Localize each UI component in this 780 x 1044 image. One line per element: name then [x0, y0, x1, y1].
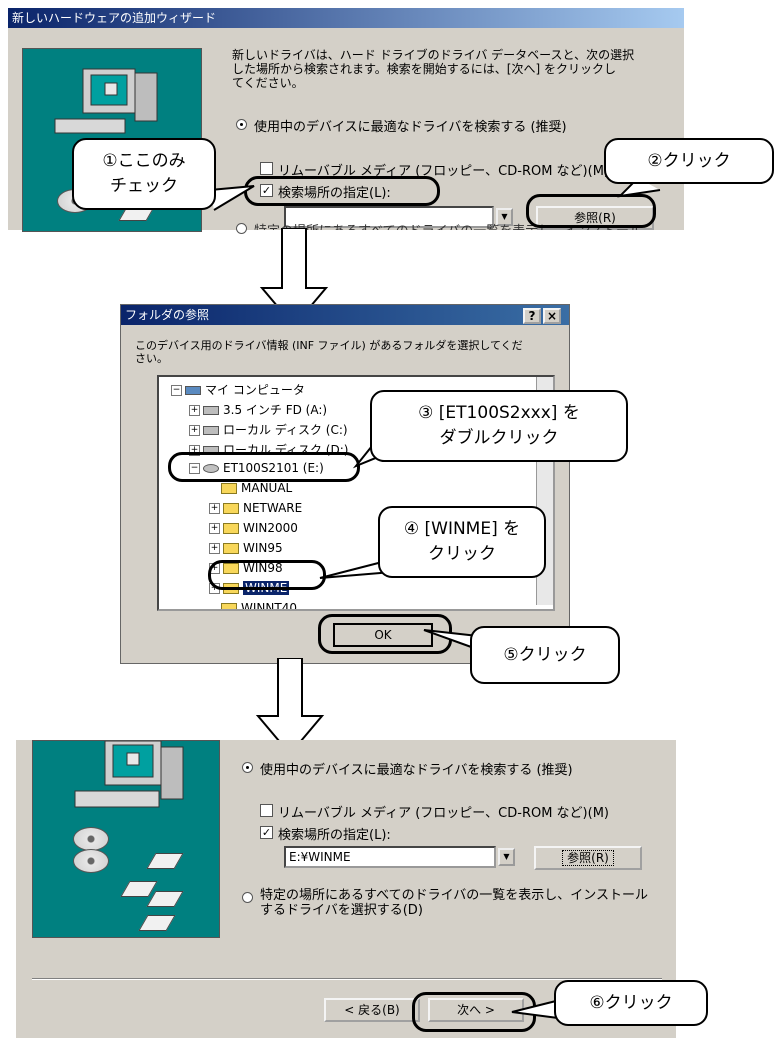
wizard-title-bar: 新しいハードウェアの追加ウィザード — [8, 8, 684, 28]
tree-label: ローカル ディスク (C:) — [223, 423, 348, 437]
radio-search-best-driver[interactable] — [236, 119, 247, 130]
checkbox-location-label: 検索場所の指定(L): — [278, 828, 391, 843]
help-button[interactable]: ? — [523, 308, 541, 324]
help-button-label: ? — [528, 309, 536, 323]
callout-click-ok: ⑤クリック — [470, 626, 620, 684]
tree-label: WIN95 — [243, 541, 283, 555]
cd-disc-icon — [73, 849, 109, 873]
callout-click-next: ⑥クリック — [554, 980, 708, 1026]
highlight-ring-location-check — [244, 176, 440, 206]
highlight-ring-winme — [208, 560, 326, 590]
checkbox-removable-media[interactable] — [260, 804, 273, 817]
cd-disc-icon — [73, 827, 109, 851]
highlight-ring-next — [412, 992, 536, 1032]
callout-click-browse: ②クリック — [604, 138, 774, 184]
back-button[interactable]: < 戻る(B) — [324, 998, 420, 1022]
highlight-ring-ok — [318, 614, 452, 654]
tree-label: 3.5 インチ FD (A:) — [223, 403, 328, 417]
highlight-ring-cd-drive — [168, 452, 360, 482]
tree-label: マイ コンピュータ — [205, 383, 305, 397]
browse-title: フォルダの参照 — [125, 308, 210, 322]
tree-item-floppy[interactable]: +3.5 インチ FD (A:) — [189, 401, 327, 418]
location-input[interactable]: E:¥WINME — [284, 846, 496, 868]
callout-check-only-here: ①ここのみ チェック — [72, 138, 216, 210]
close-icon: × — [546, 309, 558, 323]
wizard-title: 新しいハードウェアの追加ウィザード — [12, 11, 217, 25]
radio-search-label: 使用中のデバイスに最適なドライバを検索する (推奨) — [254, 120, 567, 135]
checkbox-removable-media[interactable] — [260, 162, 273, 175]
checkbox-removable-label: リムーバブル メディア (フロッピー、CD-ROM など)(M) — [278, 806, 609, 821]
radio-search-label: 使用中のデバイスに最適なドライバを検索する (推奨) — [260, 763, 573, 778]
browse-title-bar: フォルダの参照 — [121, 305, 569, 325]
checkbox-search-location[interactable]: ✓ — [260, 826, 273, 839]
wizard-description: 新しいドライバは、ハード ドライブのドライバ データベースと、次の選択 した場所… — [232, 48, 635, 90]
tree-label: NETWARE — [243, 501, 303, 515]
close-button[interactable]: × — [543, 308, 561, 324]
radio-list-all-drivers[interactable] — [236, 223, 247, 234]
radio-list-label: 特定の場所にあるすべてのドライバの一覧を表示し、インストール するドライバを選択… — [260, 888, 649, 918]
callout-click-winme: ④ [WINME] を クリック — [378, 506, 546, 578]
floppy-disk-icon — [146, 891, 184, 907]
callout-double-click-drive: ③ [ET100S2xxx] を ダブルクリック — [370, 390, 628, 462]
tree-item-win2000[interactable]: + WIN2000 — [209, 521, 298, 535]
tree-item-manual[interactable]: MANUAL — [221, 481, 292, 495]
tree-item-my-computer[interactable]: − マイ コンピュータ — [171, 381, 305, 398]
tree-label: WINNT40 — [241, 601, 297, 611]
floppy-disk-icon — [138, 915, 176, 931]
radio-list-all-drivers[interactable] — [242, 892, 253, 903]
back-button-label: < 戻る(B) — [344, 1003, 400, 1017]
tree-item-drive-c[interactable]: + ローカル ディスク (C:) — [189, 421, 348, 438]
tree-item-netware[interactable]: + NETWARE — [209, 501, 302, 515]
browse-instruction: このデバイス用のドライバ情報 (INF ファイル) があるフォルダを選択してくだ… — [135, 339, 523, 365]
browse-button[interactable]: 参照(R) — [534, 846, 642, 870]
wizard-side-image — [32, 740, 220, 938]
tree-label: WIN2000 — [243, 521, 298, 535]
floppy-disk-icon — [146, 853, 184, 869]
tree-item-win95[interactable]: + WIN95 — [209, 541, 283, 555]
highlight-ring-browse — [526, 194, 656, 228]
location-dropdown-button[interactable]: ▼ — [498, 848, 515, 866]
radio-search-best-driver[interactable] — [242, 762, 253, 773]
browse-folder-dialog: フォルダの参照 ? × このデバイス用のドライバ情報 (INF ファイル) があ… — [120, 304, 570, 664]
tree-item-winnt40[interactable]: WINNT40 — [221, 601, 297, 611]
browse-button-label: 参照(R) — [562, 850, 614, 866]
tree-label: MANUAL — [241, 481, 293, 495]
